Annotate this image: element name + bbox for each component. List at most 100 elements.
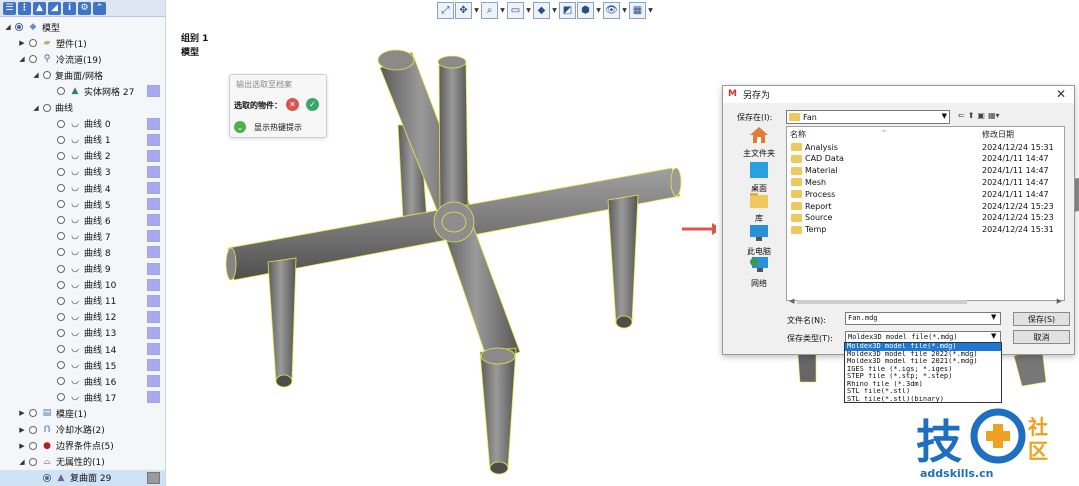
this-pc-icon — [733, 224, 785, 246]
file-modified-date: 2024/12/24 15:31 — [982, 142, 1054, 152]
folder-icon — [789, 113, 800, 121]
file-name-cell: Material — [791, 166, 838, 175]
file-modified-date: 2024/12/24 15:31 — [982, 225, 1054, 235]
runner-hub — [433, 201, 475, 243]
save-button[interactable]: 保存(S) — [1013, 312, 1070, 326]
file-name-cell: Report — [791, 202, 832, 211]
filetype-option[interactable]: Moldex3D model file 2022(*.mdg) — [845, 351, 1001, 359]
hotkey-hint-label: 显示热键提示 — [254, 122, 302, 132]
dialog-nav-tools: ⇐ ⬆ ▣ ▦▾ — [958, 111, 1000, 120]
file-row[interactable]: Process 2024/1/11 14:47 — [787, 188, 1064, 200]
place-desktop[interactable]: 桌面 — [733, 161, 785, 194]
file-name: Material — [805, 166, 838, 176]
dialog-title: 另存为 — [743, 91, 771, 101]
folder-icon — [791, 202, 802, 210]
place-this-pc[interactable]: 此电脑 — [733, 224, 785, 257]
hotkey-hint-toggle[interactable]: ⌄ 显示热键提示 — [234, 121, 302, 133]
file-name: Report — [805, 201, 832, 211]
filetype-option[interactable]: Moldex3D model file(*.mdg) — [845, 343, 1001, 351]
chevron-down-icon[interactable]: ▼ — [991, 332, 996, 340]
save-in-label: 保存在(I): — [737, 113, 773, 122]
horizontal-scrollbar[interactable] — [797, 300, 967, 304]
folder-icon — [791, 225, 802, 234]
dialog-titlebar: M 另存为 ✕ — [723, 86, 1074, 103]
file-name-cell: Analysis — [791, 143, 838, 152]
save-in-value: Fan — [803, 112, 817, 122]
filetype-option[interactable]: STEP file (*.stp; *.step) — [845, 373, 1001, 381]
place-label: 库 — [755, 214, 763, 223]
folder-icon — [791, 154, 802, 163]
cancel-selection-icon[interactable]: ✕ — [286, 98, 299, 111]
upper-right-vertical-pipe — [437, 55, 469, 211]
moldex-app-icon: M — [728, 89, 737, 99]
place-home-folder[interactable]: 主文件夹 — [733, 126, 785, 159]
file-name-cell: Source — [791, 213, 832, 222]
file-name: Process — [805, 189, 836, 199]
confirm-selection-icon[interactable]: ✓ — [306, 98, 319, 111]
scroll-left-icon[interactable]: ◀ — [789, 297, 794, 305]
svg-text:技: 技 — [916, 415, 962, 468]
save-as-dialog: M 另存为 ✕ 保存在(I): Fan ▼ ⇐ ⬆ ▣ ▦▾ 主文件夹桌面库此电… — [722, 85, 1075, 355]
filetype-dropdown-list: Moldex3D model file(*.mdg) Moldex3D model… — [844, 342, 1002, 403]
file-name: Source — [805, 213, 833, 223]
svg-text:区: 区 — [1028, 439, 1048, 463]
selected-objects-label: 选取的物件： — [234, 101, 282, 110]
file-name-cell: Process — [791, 190, 835, 199]
file-row[interactable]: Mesh 2024/1/11 14:47 — [787, 176, 1064, 188]
filetype-option[interactable]: Moldex3D model file 2021(*.mdg) — [845, 358, 1001, 366]
output-selection-popup: 输出选取至档案 选取的物件： ✕ ✓ ⌄ 显示热键提示 — [229, 74, 327, 138]
file-row[interactable]: Material 2024/1/11 14:47 — [787, 165, 1064, 177]
network-icon — [733, 256, 785, 278]
file-row[interactable]: Report 2024/12/24 15:23 — [787, 200, 1064, 212]
scroll-right-icon[interactable]: ▶ — [1057, 297, 1062, 305]
filetype-option[interactable]: STL file(*.stl)(binary) — [845, 396, 1001, 404]
name-column-header[interactable]: 名称 — [790, 129, 806, 140]
place-library[interactable]: 库 — [733, 191, 785, 224]
popup-title: 输出选取至档案 — [236, 80, 292, 89]
save-in-dropdown[interactable]: Fan ▼ — [786, 110, 950, 124]
file-list[interactable]: 名称 ⌃ 修改日期 Analysis 2024/12/24 15:31 CAD Da… — [786, 126, 1065, 305]
filetype-option[interactable]: IGES file (*.igs; *.iges) — [845, 366, 1001, 374]
filename-input[interactable]: Fan.mdg — [845, 312, 1001, 325]
bottom-drop-gate — [479, 347, 517, 475]
place-label: 网络 — [751, 279, 767, 288]
file-modified-date: 2024/1/11 14:47 — [982, 177, 1049, 187]
left-drop-gate — [267, 257, 297, 388]
filename-label: 文件名(N): — [787, 316, 826, 325]
file-modified-date: 2024/1/11 14:47 — [982, 166, 1049, 176]
desktop-icon — [733, 161, 785, 183]
up-folder-icon[interactable]: ⬆ — [968, 111, 975, 120]
folder-icon — [791, 178, 802, 187]
file-row[interactable]: Temp 2024/12/24 15:31 — [787, 224, 1064, 236]
modified-column-header[interactable]: 修改日期 — [982, 129, 1014, 140]
place-label: 主文件夹 — [743, 149, 775, 158]
file-row[interactable]: CAD Data 2024/1/11 14:47 — [787, 153, 1064, 165]
file-name: Mesh — [805, 177, 827, 187]
file-name-cell: Temp — [791, 225, 826, 234]
file-row[interactable]: Analysis 2024/12/24 15:31 — [787, 141, 1064, 153]
place-network[interactable]: 网络 — [733, 256, 785, 289]
new-folder-icon[interactable]: ▣ — [977, 111, 985, 120]
chevron-down-icon[interactable]: ▼ — [991, 313, 996, 321]
cancel-button[interactable]: 取消 — [1013, 330, 1070, 344]
file-modified-date: 2024/1/11 14:47 — [982, 189, 1049, 199]
filetype-option[interactable]: STL file(*.stl) — [845, 388, 1001, 396]
library-icon — [733, 191, 785, 213]
sort-up-icon: ⌃ — [881, 129, 887, 137]
file-name: Temp — [805, 225, 827, 235]
addskills-logo: 技 社 区 — [916, 408, 1048, 468]
svg-text:社: 社 — [1027, 415, 1048, 439]
view-menu-icon[interactable]: ▦▾ — [988, 111, 1000, 120]
watermark-url: addskills.cn — [920, 467, 994, 480]
chevron-down-icon: ⌄ — [234, 121, 246, 133]
filetype-option[interactable]: Rhino file (*.3dm) — [845, 381, 1001, 389]
close-icon[interactable]: ✕ — [1056, 87, 1066, 101]
back-icon[interactable]: ⇐ — [958, 111, 965, 120]
folder-icon — [791, 166, 802, 175]
file-row[interactable]: Source 2024/12/24 15:23 — [787, 212, 1064, 224]
folder-icon — [791, 143, 802, 151]
home-folder-icon — [733, 126, 785, 148]
file-name-cell: CAD Data — [791, 154, 844, 163]
places-bar: 主文件夹桌面库此电脑网络 — [733, 126, 785, 294]
right-drop-gate — [607, 194, 639, 329]
